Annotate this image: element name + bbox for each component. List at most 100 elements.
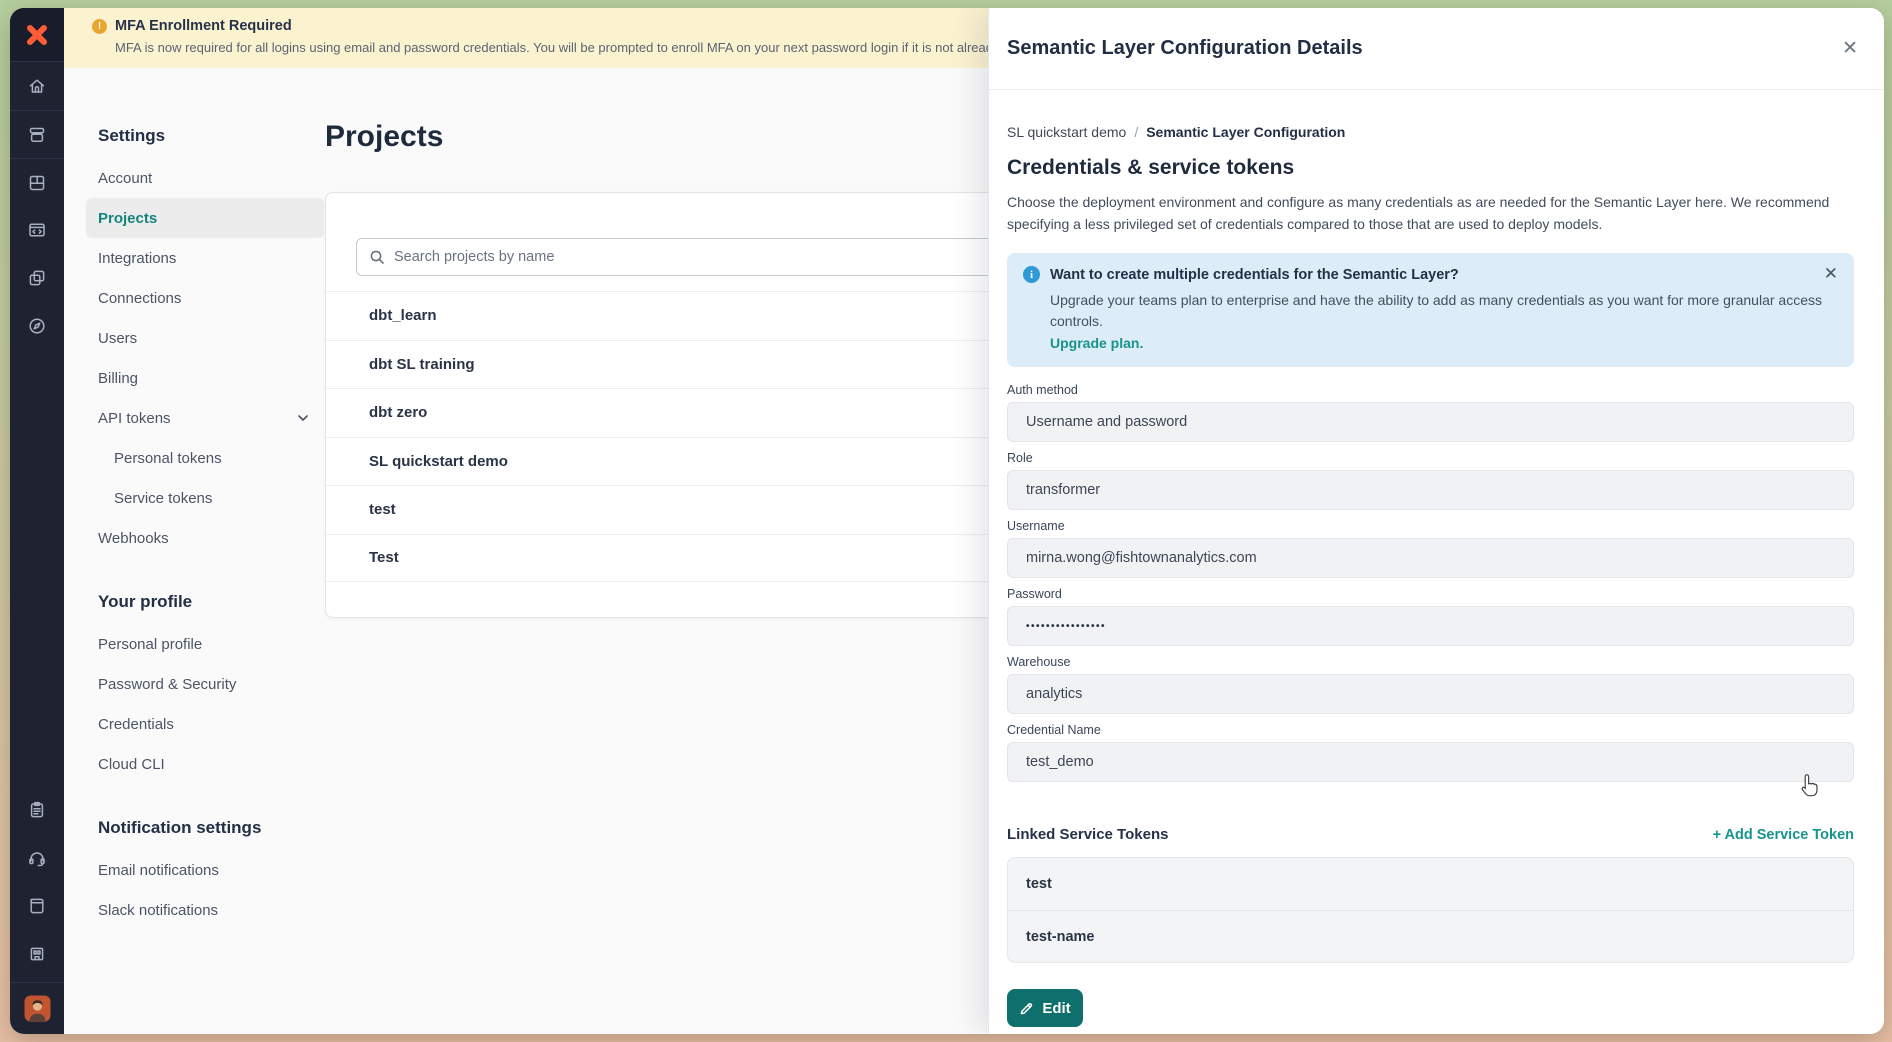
field-value-warehouse: analytics [1007,674,1854,714]
add-service-token-button[interactable]: + Add Service Token [1713,827,1854,843]
close-icon[interactable]: ✕ [1842,39,1858,58]
nav-item-label: Slack notifications [98,902,218,919]
breadcrumb-separator: / [1134,124,1138,140]
sidebar-item-service-tokens[interactable]: Service tokens [86,478,324,518]
sidebar-item-users[interactable]: Users [86,318,324,358]
field-value-password: •••••••••••••••• [1007,606,1854,646]
user-avatar-icon [24,995,51,1022]
nav-item-label: Users [98,330,137,347]
sidebar-item-connections[interactable]: Connections [86,278,324,318]
project-name: Test [369,549,399,566]
project-row[interactable]: SL quickstart demo [326,437,1066,486]
project-name: SL quickstart demo [369,453,508,470]
deploy-icon[interactable] [10,110,64,158]
nav-item-label: Connections [98,290,181,307]
dbt-logo-icon [25,23,49,47]
form-field: Auth methodUsername and password [1007,383,1854,442]
credential-fields: Auth methodUsername and password Roletran… [1007,383,1854,782]
form-field: Password •••••••••••••••• [1007,587,1854,646]
field-label: Username [1007,519,1854,533]
field-label: Credential Name [1007,723,1854,737]
form-field: Username mirna.wong@fishtownanalytics.com [1007,519,1854,578]
info-box-body: Upgrade your teams plan to enterprise an… [1050,290,1838,332]
nav-item-label: Webhooks [98,530,169,547]
global-sidebar [10,8,64,1034]
chevron-down-icon[interactable] [296,411,310,425]
develop-code-icon[interactable] [10,206,64,254]
home-icon[interactable] [10,62,64,110]
upgrade-plan-link[interactable]: Upgrade plan. [1050,335,1143,351]
sidebar-item-credentials[interactable]: Credentials [86,704,324,744]
search-input[interactable] [394,249,991,265]
sidebar-item-personal-profile[interactable]: Personal profile [86,624,324,664]
panel-title: Semantic Layer Configuration Details [1007,37,1363,60]
project-name: test [369,501,396,518]
project-search [356,238,1004,276]
nav-item-label: Integrations [98,250,176,267]
breadcrumb: SL quickstart demo / Semantic Layer Conf… [1007,124,1854,140]
field-value-credential-name: test_demo [1007,742,1854,782]
nav-item-label: Service tokens [114,490,212,507]
apps-grid-icon[interactable] [10,158,64,206]
clipboard-icon[interactable] [10,786,64,834]
project-row[interactable]: dbt SL training [326,340,1066,389]
sidebar-item-email-notifications[interactable]: Email notifications [86,850,324,890]
nav-section-heading: Your profile [86,590,338,614]
panel-body: SL quickstart demo / Semantic Layer Conf… [989,90,1884,1034]
sidebar-item-account[interactable]: Account [86,158,324,198]
service-token-row[interactable]: test [1008,858,1853,910]
info-icon: i [1023,266,1040,283]
nav-item-label: Password & Security [98,676,236,693]
field-label: Password [1007,587,1854,601]
settings-content: Settings AccountProjects Integrations Conne… [64,68,988,1034]
field-value-role: transformer [1007,470,1854,510]
nav-item-label: Credentials [98,716,174,733]
sidebar-item-slack-notifications[interactable]: Slack notifications [86,890,324,930]
project-row[interactable]: Test [326,534,1066,583]
breadcrumb-parent[interactable]: SL quickstart demo [1007,124,1126,140]
service-token-name: test-name [1026,929,1095,945]
explore-compass-icon[interactable] [10,302,64,350]
sidebar-item-password-security[interactable]: Password & Security [86,664,324,704]
pencil-icon [1019,1001,1034,1016]
project-row[interactable]: dbt zero [326,388,1066,437]
project-row[interactable]: test [326,485,1066,534]
dbt-logo[interactable] [10,8,64,62]
banner-title: MFA Enrollment Required [115,18,292,34]
nav-section-heading: Settings [86,124,338,148]
nav-section-heading: Notification settings [86,816,338,840]
nav-item-label: API tokens [98,410,171,427]
service-token-row[interactable]: test-name [1008,910,1853,962]
linked-tokens-list: test test-name [1007,857,1854,963]
sidebar-item-cloud-cli[interactable]: Cloud CLI [86,744,324,784]
banner-body: MFA is now required for all logins using… [115,40,988,55]
linked-tokens-title: Linked Service Tokens [1007,826,1168,843]
form-field: Roletransformer [1007,451,1854,510]
field-value-username: mirna.wong@fishtownanalytics.com [1007,538,1854,578]
project-name: dbt_learn [369,307,437,324]
search-icon [369,249,385,265]
sidebar-item-integrations[interactable]: Integrations [86,238,324,278]
headset-support-icon[interactable] [10,834,64,882]
sidebar-item-webhooks[interactable]: Webhooks [86,518,324,558]
user-avatar[interactable] [10,982,64,1034]
mfa-banner: ! MFA Enrollment Required MFA is now req… [64,8,988,68]
nav-item-label: Personal tokens [114,450,222,467]
edit-button[interactable]: Edit [1007,989,1083,1027]
sidebar-item-personal-tokens[interactable]: Personal tokens [86,438,324,478]
building-icon[interactable] [10,930,64,978]
project-name: dbt zero [369,404,427,421]
form-field: Credential Name test_demo [1007,723,1854,782]
sidebar-item-api-tokens[interactable]: API tokens [86,398,324,438]
info-box-title: Want to create multiple credentials for … [1050,267,1459,283]
sidebar-item-projects[interactable]: Projects [86,198,324,238]
docs-book-icon[interactable] [10,882,64,930]
warning-icon: ! [92,19,107,34]
info-close-icon[interactable]: ✕ [1824,265,1838,282]
project-row[interactable]: dbt_learn [326,291,1066,340]
service-token-name: test [1026,876,1052,892]
breadcrumb-current: Semantic Layer Configuration [1146,124,1345,140]
sidebar-item-billing[interactable]: Billing [86,358,324,398]
nav-item-label: Cloud CLI [98,756,165,773]
duplicate-icon[interactable] [10,254,64,302]
